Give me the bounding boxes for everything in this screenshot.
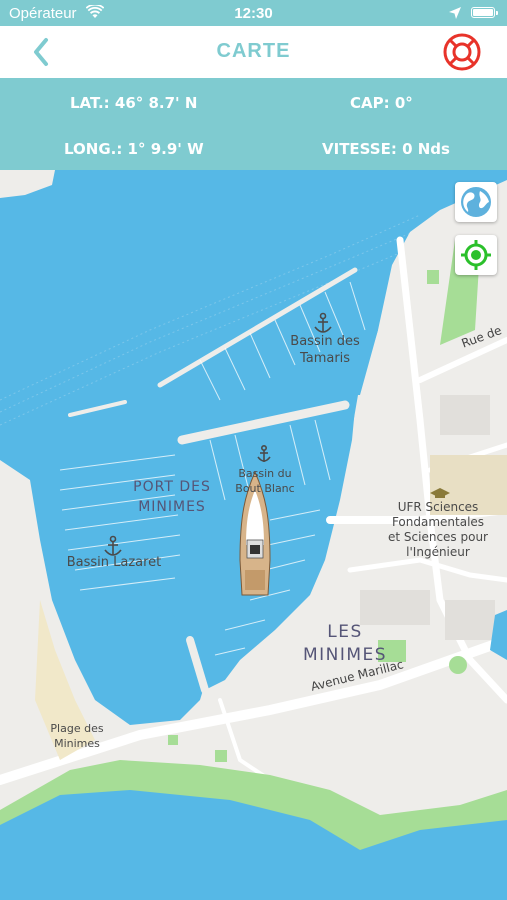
heading-value: CAP: 0° — [350, 94, 413, 112]
map-view[interactable]: Bassin des Tamaris Bassin du Bout Blanc … — [0, 170, 507, 900]
locate-icon — [461, 240, 491, 270]
latitude-value: LAT.: 46° 8.7' N — [70, 94, 198, 112]
label-bassin-lazaret: Bassin Lazaret — [66, 555, 162, 570]
status-bar: Opérateur 12:30 — [0, 0, 507, 26]
navigation-info-panel: LAT.: 46° 8.7' N CAP: 0° LONG.: 1° 9.9' … — [0, 78, 507, 170]
status-time: 12:30 — [234, 5, 273, 22]
label-bassin-tamaris: Bassin des Tamaris — [290, 334, 360, 366]
label-bassin-bout-blanc: Bassin du Bout Blanc — [235, 467, 295, 495]
label-plage-des-minimes: Plage des Minimes — [50, 722, 104, 750]
label-les-minimes: LES MINIMES — [302, 622, 388, 665]
page-title: CARTE — [216, 40, 291, 62]
label-ufr-sciences: UFR Sciences Fondamentales et Sciences p… — [388, 500, 488, 559]
navigation-bar: CARTE — [0, 26, 507, 78]
globe-icon — [461, 187, 491, 217]
locate-button[interactable] — [455, 235, 497, 275]
speed-value: VITESSE: 0 Nds — [322, 140, 450, 158]
location-arrow-icon — [448, 6, 462, 24]
longitude-value: LONG.: 1° 9.9' W — [64, 140, 204, 158]
label-port-des-minimes: PORT DES MINIMES — [133, 479, 211, 515]
lifebuoy-icon[interactable] — [442, 32, 482, 72]
globe-button[interactable] — [455, 182, 497, 222]
battery-icon — [471, 7, 498, 18]
